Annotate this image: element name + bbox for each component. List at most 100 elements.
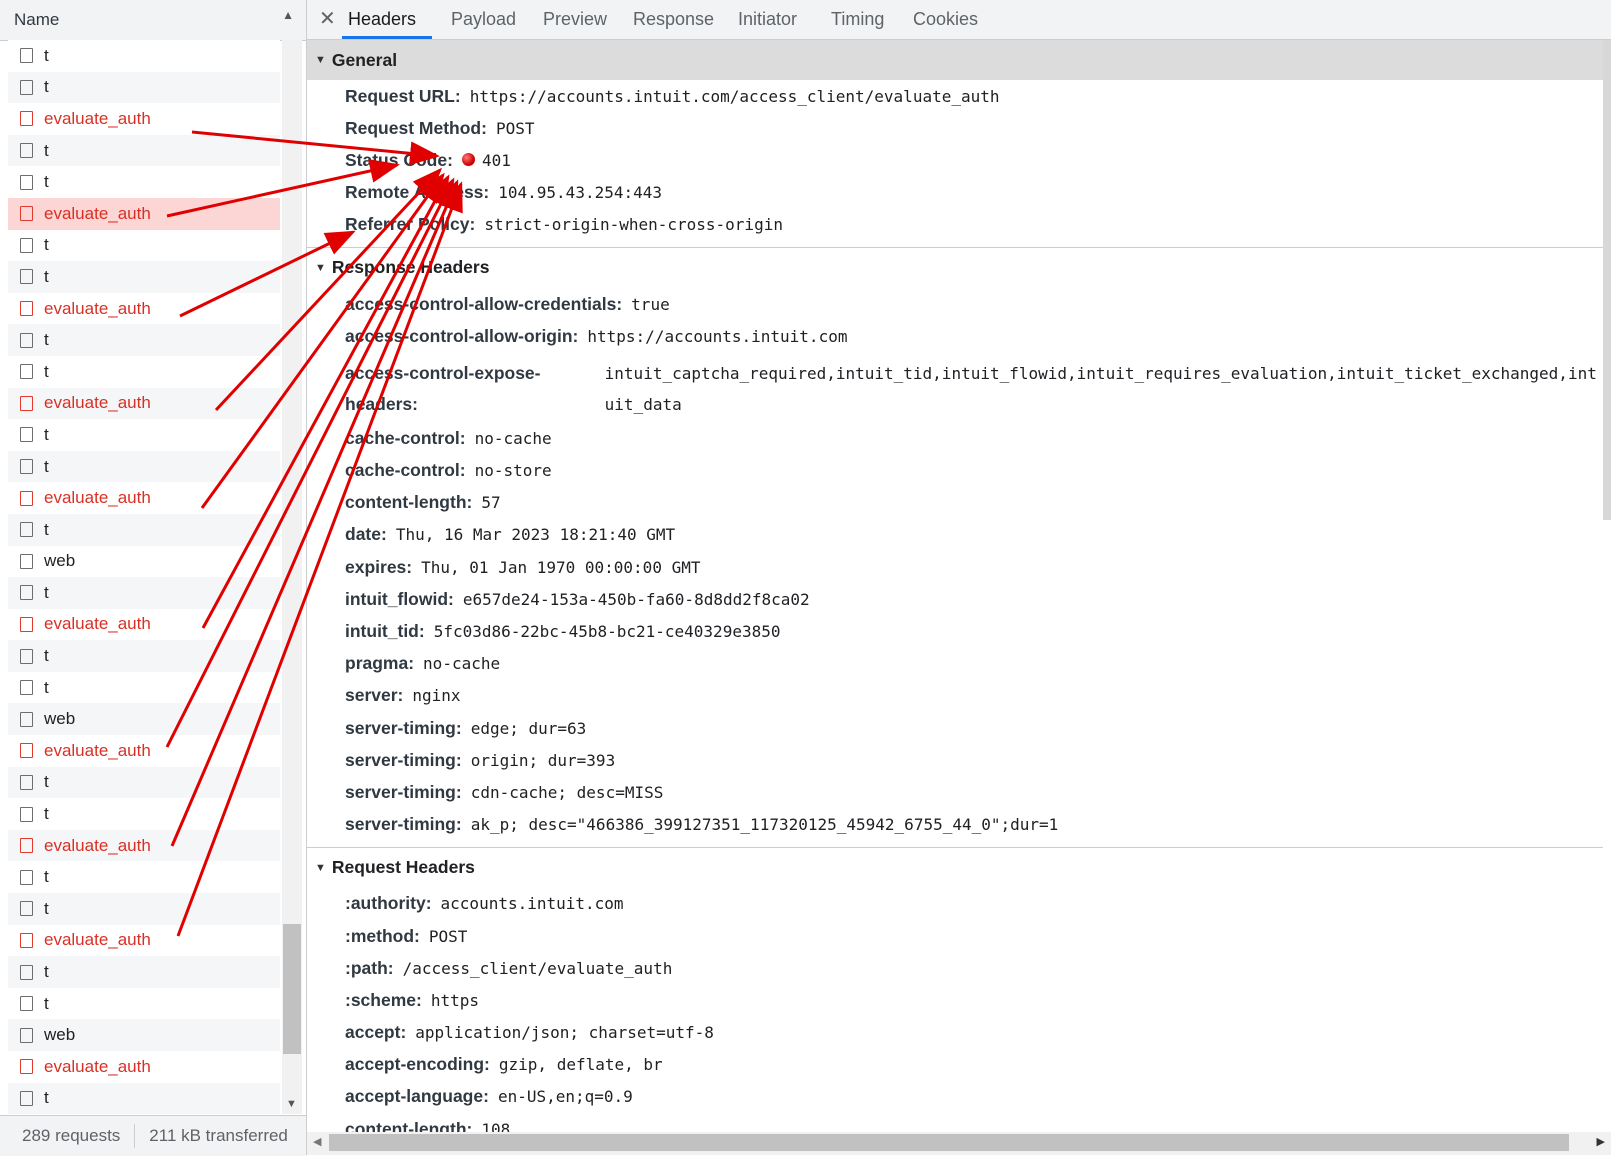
request-row[interactable]: evaluate_auth bbox=[8, 1051, 280, 1083]
header-value: true bbox=[631, 294, 670, 314]
request-row[interactable]: t bbox=[8, 261, 280, 293]
scroll-right-icon[interactable]: ▶ bbox=[1597, 1135, 1605, 1148]
request-row[interactable]: t bbox=[8, 166, 280, 198]
request-row[interactable]: t bbox=[8, 861, 280, 894]
header-value-container: ak_p; desc="466386_399127351_117320125_4… bbox=[471, 815, 1059, 834]
header-value: Thu, 01 Jan 1970 00:00:00 GMT bbox=[421, 557, 701, 577]
expand-triangle-icon: ▼ bbox=[315, 861, 326, 874]
request-row[interactable]: t bbox=[8, 324, 280, 356]
request-row[interactable]: evaluate_auth bbox=[8, 735, 280, 767]
header-value: 108 bbox=[481, 1119, 511, 1132]
request-name: t bbox=[44, 140, 49, 160]
request-row[interactable]: t bbox=[8, 987, 280, 1020]
request-row[interactable]: evaluate_auth bbox=[8, 197, 280, 230]
details-vertical-scrollbar[interactable] bbox=[1603, 40, 1611, 1132]
header-value-container: e657de24-153a-450b-fa60-8d8dd2f8ca02 bbox=[463, 590, 810, 609]
request-row[interactable]: web bbox=[8, 545, 280, 578]
tab-timing[interactable]: Timing bbox=[831, 9, 884, 30]
header-name: :path: bbox=[345, 957, 394, 978]
general-section-header[interactable]: ▼ General bbox=[307, 40, 1603, 80]
details-horizontal-scrollbar[interactable]: ◀ ▶ bbox=[307, 1132, 1611, 1155]
request-row[interactable]: t bbox=[8, 134, 280, 167]
scrollbar-thumb[interactable] bbox=[283, 924, 301, 1054]
close-icon[interactable]: ✕ bbox=[319, 6, 336, 31]
header-row: intuit_tid: 5fc03d86-22bc-45b8-bc21-ce403… bbox=[307, 615, 1603, 647]
header-name: Request Method: bbox=[345, 117, 487, 138]
header-value: application/json; charset=utf-8 bbox=[415, 1023, 714, 1043]
header-value: https bbox=[430, 990, 480, 1010]
header-value: ak_p; desc="466386_399127351_117320125_4… bbox=[470, 815, 1059, 835]
request-row[interactable]: t bbox=[8, 671, 280, 704]
request-type-icon bbox=[20, 553, 33, 569]
section-title: Response Headers bbox=[331, 257, 490, 278]
request-row[interactable]: t bbox=[8, 577, 280, 609]
header-value: https://accounts.intuit.com/access_clien… bbox=[469, 86, 1000, 106]
request-row[interactable]: t bbox=[8, 893, 280, 925]
header-row: accept-language: en-US,en;q=0.9 bbox=[307, 1081, 1603, 1113]
tab-initiator[interactable]: Initiator bbox=[738, 9, 797, 30]
details-tab-bar: ✕ Headers Payload Preview Response Initi… bbox=[307, 0, 1611, 40]
tab-preview[interactable]: Preview bbox=[543, 9, 607, 30]
scroll-left-icon[interactable]: ◀ bbox=[313, 1135, 321, 1148]
request-row[interactable]: t bbox=[8, 229, 280, 262]
header-value-container: 5fc03d86-22bc-45b8-bc21-ce40329e3850 bbox=[434, 622, 781, 641]
header-value-container: Thu, 16 Mar 2023 18:21:40 GMT bbox=[396, 525, 675, 544]
request-name: t bbox=[44, 424, 49, 444]
tab-cookies[interactable]: Cookies bbox=[913, 9, 978, 30]
request-list-scrollbar[interactable]: ▼ bbox=[282, 40, 302, 1114]
request-row[interactable]: evaluate_auth bbox=[8, 387, 280, 420]
request-type-icon bbox=[20, 680, 33, 696]
request-row[interactable]: t bbox=[8, 798, 280, 830]
header-value: en-US,en;q=0.9 bbox=[497, 1087, 633, 1107]
tab-headers[interactable]: Headers bbox=[348, 9, 416, 30]
request-type-icon bbox=[20, 237, 33, 253]
sort-ascending-icon[interactable]: ▲ bbox=[282, 8, 294, 22]
request-row[interactable]: t bbox=[8, 40, 280, 72]
request-row[interactable]: t bbox=[8, 355, 280, 388]
scrollbar-thumb[interactable] bbox=[329, 1134, 1569, 1151]
name-column-title: Name bbox=[14, 10, 60, 29]
request-row[interactable]: t bbox=[8, 513, 280, 546]
request-row[interactable]: t bbox=[8, 419, 280, 451]
request-row[interactable]: evaluate_auth bbox=[8, 103, 280, 135]
request-row[interactable]: t bbox=[8, 640, 280, 672]
header-name: content-length: bbox=[345, 492, 473, 513]
request-name: evaluate_auth bbox=[44, 203, 151, 223]
request-row[interactable]: evaluate_auth bbox=[8, 608, 280, 641]
header-row: accept-encoding: gzip, deflate, br bbox=[307, 1049, 1603, 1081]
header-value: 57 bbox=[481, 493, 501, 513]
tab-payload[interactable]: Payload bbox=[451, 9, 516, 30]
name-column-header[interactable]: Name ▲ bbox=[0, 0, 306, 41]
request-row[interactable]: t bbox=[8, 71, 280, 104]
request-row[interactable]: evaluate_auth bbox=[8, 292, 280, 325]
request-type-icon bbox=[20, 996, 33, 1012]
request-row[interactable]: t bbox=[8, 450, 280, 483]
request-type-icon bbox=[20, 1090, 33, 1106]
header-value-container: strict-origin-when-cross-origin bbox=[484, 215, 783, 234]
tab-response[interactable]: Response bbox=[633, 9, 714, 30]
response-headers-section-header[interactable]: ▼ Response Headers bbox=[307, 248, 1603, 288]
request-row[interactable]: evaluate_auth bbox=[8, 924, 280, 957]
header-value-container: origin; dur=393 bbox=[471, 751, 616, 770]
scrollbar-thumb[interactable] bbox=[1603, 40, 1611, 520]
request-row[interactable]: web bbox=[8, 1019, 280, 1051]
request-headers-section-header[interactable]: ▼ Request Headers bbox=[307, 848, 1603, 888]
header-name: Remote Address: bbox=[345, 182, 490, 203]
header-row: pragma: no-cache bbox=[307, 648, 1603, 680]
header-value: no-cache bbox=[423, 654, 501, 674]
section-title: General bbox=[331, 49, 398, 70]
request-row[interactable]: t bbox=[8, 1082, 280, 1114]
header-name: :method: bbox=[345, 925, 420, 946]
request-row[interactable]: t bbox=[8, 766, 280, 799]
request-row[interactable]: t bbox=[8, 956, 280, 988]
header-value: Thu, 16 Mar 2023 18:21:40 GMT bbox=[395, 525, 676, 545]
request-name: evaluate_auth bbox=[44, 1056, 151, 1076]
request-row[interactable]: evaluate_auth bbox=[8, 829, 280, 862]
request-row[interactable]: evaluate_auth bbox=[8, 482, 280, 514]
scroll-down-icon[interactable]: ▼ bbox=[286, 1098, 297, 1110]
request-row[interactable]: web bbox=[8, 703, 280, 736]
request-name: t bbox=[44, 646, 49, 666]
header-name: :scheme: bbox=[345, 989, 422, 1010]
request-type-icon bbox=[20, 301, 33, 317]
request-count: 289 requests bbox=[22, 1126, 121, 1145]
